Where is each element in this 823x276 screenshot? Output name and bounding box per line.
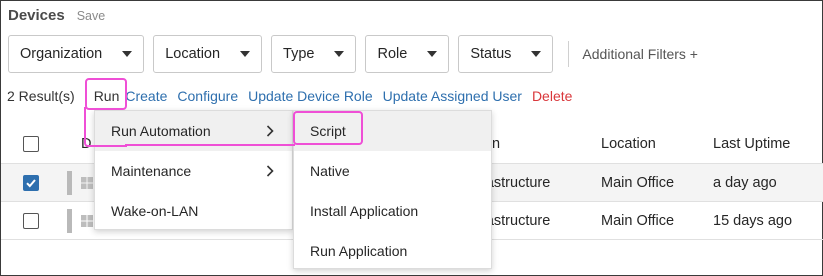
check-icon [26,179,36,188]
devices-panel: Devices Save Organization Location Type … [0,0,823,276]
filter-label: Status [470,46,512,62]
bulk-action-bar: 2 Result(s) Run Create Configure Update … [7,86,582,106]
cell-last-uptime: 15 days ago [713,213,793,229]
update-device-role-link[interactable]: Update Device Role [248,88,373,104]
delete-link[interactable]: Delete [532,88,572,104]
select-all-checkbox[interactable] [23,136,39,152]
menu-item-maintenance[interactable]: Maintenance [95,151,292,191]
menu-item-label: Run Application [310,243,408,259]
save-button[interactable]: Save [77,9,106,23]
highlight-connector [125,144,295,146]
menu-item-wake-on-lan[interactable]: Wake-on-LAN [95,191,292,231]
caret-down-icon [240,51,251,57]
caret-down-icon [531,51,542,57]
caret-down-icon [427,51,438,57]
menu-item-label: Run Automation [111,123,211,139]
configure-link[interactable]: Configure [177,88,238,104]
chevron-right-icon [266,125,274,137]
row-checkbox[interactable] [23,175,39,191]
column-location[interactable]: Location [601,125,656,163]
automation-submenu: Script Native Install Application Run Ap… [293,110,492,269]
column-department[interactable]: n [492,125,500,163]
update-assigned-user-link[interactable]: Update Assigned User [383,88,522,104]
submenu-item-script[interactable]: Script [294,111,491,151]
menu-item-label: Wake-on-LAN [111,203,199,219]
submenu-item-run-application[interactable]: Run Application [294,231,491,271]
caret-down-icon [334,51,345,57]
filter-label: Location [165,46,221,62]
menu-item-label: Native [310,163,350,179]
filter-type[interactable]: Type [271,35,357,73]
page-title: Devices [8,7,65,24]
menu-item-label: Install Application [310,203,419,219]
submenu-item-native[interactable]: Native [294,151,491,191]
cell-last-uptime: a day ago [713,175,777,191]
header: Devices Save [8,7,105,24]
run-button[interactable]: Run [84,88,119,104]
create-link[interactable]: Create [125,88,167,104]
result-count: 2 Result(s) [7,88,75,104]
run-menu: Run Automation Maintenance Wake-on-LAN [94,110,293,230]
filter-label: Type [283,46,315,62]
row-checkbox[interactable] [23,213,39,229]
additional-filters-button[interactable]: Additional Filters + [582,46,698,62]
device-status-indicator [67,209,72,233]
filter-bar: Organization Location Type Role Status A… [8,35,698,73]
filter-role[interactable]: Role [365,35,450,73]
column-last-uptime[interactable]: Last Uptime [713,125,790,163]
caret-down-icon [122,51,133,57]
row-select-cell [23,164,39,202]
menu-item-label: Script [310,123,346,139]
row-select-cell [23,202,39,240]
device-status-indicator [67,171,72,195]
windows-icon [81,177,93,189]
cell-location: Main Office [601,213,675,229]
submenu-item-install-application[interactable]: Install Application [294,191,491,231]
filter-label: Role [377,46,408,62]
windows-icon [81,215,93,227]
select-all-cell [23,125,39,163]
chevron-right-icon [266,165,274,177]
filter-organization[interactable]: Organization [8,35,145,73]
filter-location[interactable]: Location [153,35,263,73]
filter-divider [568,41,570,67]
menu-item-label: Maintenance [111,163,192,179]
filter-label: Organization [20,46,103,62]
column-device[interactable]: D [81,125,91,163]
cell-location: Main Office [601,175,675,191]
filter-status[interactable]: Status [458,35,554,73]
